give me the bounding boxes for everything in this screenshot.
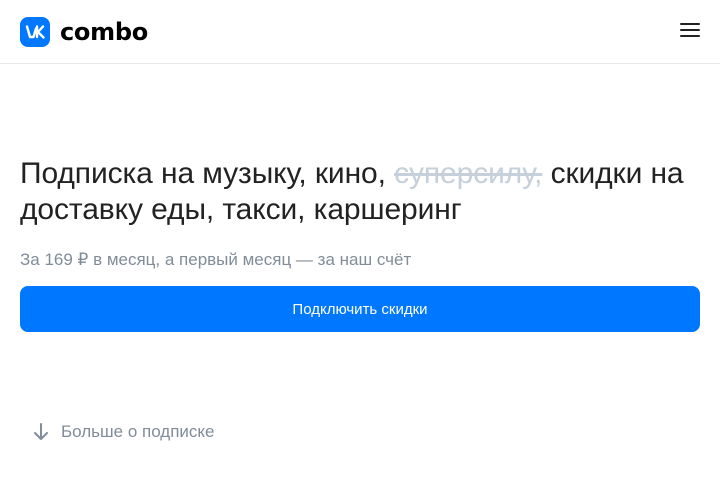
page-title: Подписка на музыку, кино, суперсилу, ски… [20, 156, 700, 228]
hamburger-menu-icon [680, 22, 700, 41]
site-header: combo [0, 0, 720, 64]
more-link-label: Больше о подписке [61, 422, 215, 441]
headline-struck-word: суперсилу, [394, 157, 543, 190]
combo-logo[interactable]: combo [20, 16, 148, 47]
arrow-down-icon [30, 420, 52, 444]
vk-logo-icon [20, 16, 50, 47]
logo-text: combo [60, 17, 148, 46]
hero-section: Подписка на музыку, кино, суперсилу, ски… [0, 156, 720, 332]
price-description: За 169 ₽ в месяц, а первый месяц — за на… [20, 250, 412, 269]
subscribe-button[interactable]: Подключить скидки [20, 286, 700, 332]
more-about-subscription-link[interactable]: Больше о подписке [30, 420, 215, 444]
menu-button[interactable] [678, 20, 702, 44]
headline-part-1: Подписка на музыку, кино, [20, 157, 395, 190]
